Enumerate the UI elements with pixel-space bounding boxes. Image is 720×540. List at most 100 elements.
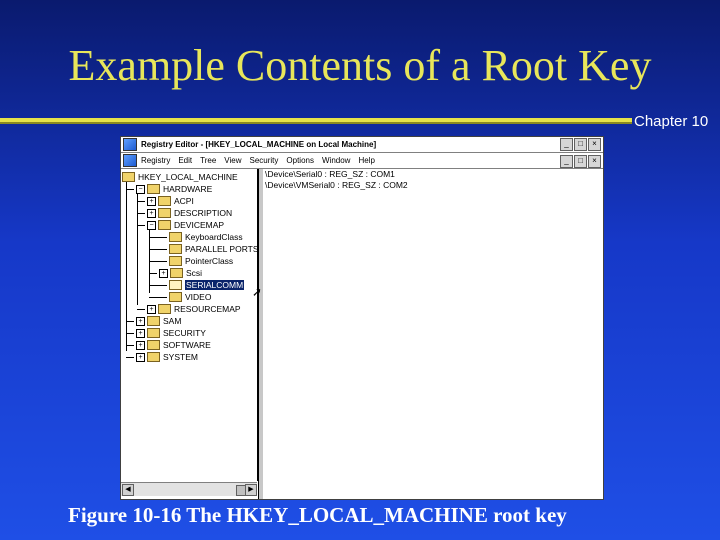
tree-node-label: VIDEO <box>185 292 212 302</box>
maximize-button[interactable]: □ <box>574 138 587 151</box>
menu-registry[interactable]: Registry <box>141 156 170 165</box>
window-title: Registry Editor - [HKEY_LOCAL_MACHINE on… <box>141 140 377 149</box>
tree-node-serialcomm[interactable]: SERIALCOMM <box>149 279 245 291</box>
minimize-button[interactable]: _ <box>560 138 573 151</box>
document-icon[interactable] <box>123 154 137 167</box>
folder-icon <box>169 256 182 266</box>
registry-tree-pane: HKEY_LOCAL_MACHINE − HARDWARE + ACPI + D… <box>121 169 259 481</box>
tree-connector <box>126 320 134 322</box>
child-close-button[interactable]: × <box>588 155 601 168</box>
tree-node-resourcemap[interactable]: + RESOURCEMAP <box>137 303 241 315</box>
scroll-right-icon[interactable]: ▶ <box>245 484 257 496</box>
menu-options[interactable]: Options <box>286 156 314 165</box>
tree-node-label: HKEY_LOCAL_MACHINE <box>138 172 238 182</box>
menu-view[interactable]: View <box>224 156 241 165</box>
menu-edit[interactable]: Edit <box>178 156 192 165</box>
tree-node-pointerclass[interactable]: PointerClass <box>149 255 233 267</box>
expand-icon[interactable]: + <box>136 340 145 350</box>
tree-connector <box>126 344 134 346</box>
open-folder-icon <box>169 280 182 290</box>
tree-connector <box>137 212 145 214</box>
child-maximize-button[interactable]: □ <box>574 155 587 168</box>
menu-help[interactable]: Help <box>358 156 374 165</box>
collapse-icon[interactable]: − <box>147 220 156 230</box>
expand-icon[interactable]: + <box>136 352 145 362</box>
tree-node-label: HARDWARE <box>163 184 213 194</box>
tree-connector <box>149 248 167 250</box>
tree-node-label: SECURITY <box>163 328 206 338</box>
folder-icon <box>169 232 182 242</box>
expand-icon[interactable]: + <box>147 196 156 206</box>
tree-connector <box>149 260 167 262</box>
title-rule <box>0 118 632 122</box>
window-controls: _ □ × <box>560 138 601 151</box>
tree-node-system[interactable]: + SYSTEM <box>126 351 198 363</box>
tree-node-video[interactable]: VIDEO <box>149 291 211 303</box>
tree-horizontal-scrollbar[interactable]: ◀ ▶ <box>121 482 257 496</box>
menu-tree[interactable]: Tree <box>200 156 216 165</box>
tree-node-devicemap[interactable]: − DEVICEMAP <box>137 219 224 231</box>
tree-node-label: DEVICEMAP <box>174 220 225 230</box>
tree-node-scsi[interactable]: + Scsi <box>149 267 202 279</box>
folder-icon <box>147 340 160 350</box>
tree-node-label: ACPI <box>174 196 194 206</box>
tree-node-label: PARALLEL PORTS <box>185 244 259 254</box>
tree-node-acpi[interactable]: + ACPI <box>137 195 194 207</box>
expand-icon[interactable]: + <box>136 328 145 338</box>
scroll-left-icon[interactable]: ◀ <box>122 484 134 496</box>
folder-icon <box>147 328 160 338</box>
tree-node-label: KeyboardClass <box>185 232 243 242</box>
tree-connector <box>149 296 167 298</box>
folder-icon <box>169 292 182 302</box>
folder-icon <box>158 304 171 314</box>
menu-window[interactable]: Window <box>322 156 350 165</box>
tree-node-label: SERIALCOMM <box>185 280 245 290</box>
collapse-icon[interactable]: − <box>136 184 145 194</box>
tree-connector <box>126 356 134 358</box>
window-titlebar[interactable]: Registry Editor - [HKEY_LOCAL_MACHINE on… <box>121 137 603 153</box>
folder-icon <box>169 244 182 254</box>
value-row[interactable]: \Device\Serial0 : REG_SZ : COM1 <box>263 169 603 180</box>
expand-icon[interactable]: + <box>147 208 156 218</box>
close-button[interactable]: × <box>588 138 601 151</box>
menu-bar: Registry Edit Tree View Security Options… <box>121 153 603 169</box>
tree-connector <box>149 272 157 274</box>
expand-icon[interactable]: + <box>159 268 168 278</box>
tree-node-sam[interactable]: + SAM <box>126 315 181 327</box>
tree-node-security[interactable]: + SECURITY <box>126 327 206 339</box>
folder-icon <box>158 220 171 230</box>
registry-app-icon <box>123 138 137 151</box>
folder-icon <box>122 172 135 182</box>
tree-node-hardware[interactable]: − HARDWARE <box>126 183 212 195</box>
expand-icon[interactable]: + <box>147 304 156 314</box>
figure-caption: Figure 10-16 The HKEY_LOCAL_MACHINE root… <box>68 503 567 527</box>
folder-icon <box>158 196 171 206</box>
folder-icon <box>147 316 160 326</box>
tree-connector <box>137 200 145 202</box>
values-pane: \Device\Serial0 : REG_SZ : COM1 \Device\… <box>263 169 603 499</box>
chapter-label: Chapter 10 <box>634 113 709 130</box>
tree-node-description[interactable]: + DESCRIPTION <box>137 207 232 219</box>
mouse-pointer-icon: ➚ <box>252 285 263 299</box>
tree-node-keyboardclass[interactable]: KeyboardClass <box>149 231 243 243</box>
tree-connector <box>126 188 134 190</box>
tree-node-label: DESCRIPTION <box>174 208 233 218</box>
tree-node-label: SAM <box>163 316 182 326</box>
tree-node-software[interactable]: + SOFTWARE <box>126 339 211 351</box>
child-window-controls: _ □ × <box>560 155 601 168</box>
expand-icon[interactable]: + <box>136 316 145 326</box>
tree-node-label: SYSTEM <box>163 352 198 362</box>
menu-security[interactable]: Security <box>250 156 279 165</box>
folder-icon <box>170 268 183 278</box>
tree-node-parallel-ports[interactable]: PARALLEL PORTS <box>149 243 259 255</box>
folder-icon <box>158 208 171 218</box>
tree-node-label: SOFTWARE <box>163 340 211 350</box>
folder-icon <box>147 184 160 194</box>
registry-editor-window: Registry Editor - [HKEY_LOCAL_MACHINE on… <box>120 136 604 500</box>
child-minimize-button[interactable]: _ <box>560 155 573 168</box>
tree-node-label: Scsi <box>186 268 203 278</box>
value-row[interactable]: \Device\VMSerial0 : REG_SZ : COM2 <box>263 180 603 191</box>
slide-title: Example Contents of a Root Key <box>68 41 652 90</box>
folder-icon <box>147 352 160 362</box>
tree-node-root[interactable]: HKEY_LOCAL_MACHINE <box>122 171 238 183</box>
